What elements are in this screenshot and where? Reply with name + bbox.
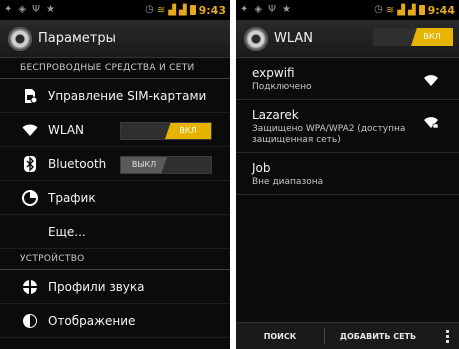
settings-item-label: Трафик	[48, 190, 96, 205]
settings-item-label: Управление SIM-картами	[48, 88, 207, 103]
usb-icon: Ψ	[268, 4, 276, 15]
wifi-signal-icon	[423, 72, 439, 91]
sim-icon	[22, 88, 38, 104]
toggle-knob: ВКЛ	[411, 28, 453, 46]
android-icon: ◈	[18, 4, 27, 15]
notification-icon: ✦	[240, 4, 249, 15]
overflow-menu-icon[interactable]	[435, 329, 459, 343]
settings-item-label: Еще...	[48, 224, 86, 239]
search-button[interactable]: ПОИСК	[236, 323, 324, 349]
wifi-status-icon: ≋	[156, 4, 166, 16]
settings-item-sound[interactable]: Профили звука	[0, 270, 230, 304]
bluetooth-toggle[interactable]: ВЫКЛ	[120, 156, 212, 174]
status-bar: ✦ ◈ Ψ ★ ◷ ≋ ▟ ▟ 9:44	[236, 0, 459, 20]
toggle-knob: ВЫКЛ	[121, 157, 167, 173]
signal-icon: ▟	[407, 4, 416, 16]
page-title: Параметры	[38, 31, 116, 46]
wifi-locked-signal-icon	[423, 114, 439, 133]
signal-icon: ▟	[168, 4, 176, 16]
wlan-master-toggle[interactable]: ВКЛ	[373, 28, 453, 46]
signal-icon: ▟	[397, 4, 405, 16]
display-icon	[22, 313, 38, 329]
settings-item-label: Профили звука	[48, 279, 145, 294]
alarm-icon: ◷	[145, 4, 154, 15]
clock: 9:43	[198, 3, 226, 17]
network-item-expwifi[interactable]: expwifi Подключено	[236, 58, 459, 100]
action-bar: Параметры	[0, 20, 230, 58]
add-network-button[interactable]: ДОБАВИТЬ СЕТЬ	[325, 323, 431, 349]
sound-icon	[22, 279, 38, 295]
usb-icon: Ψ	[32, 4, 40, 15]
section-header-wireless: БЕСПРОВОДНЫЕ СРЕДСТВА И СЕТИ	[0, 58, 230, 79]
wlan-toggle[interactable]: ВКЛ	[120, 122, 212, 140]
android-icon: ◈	[254, 4, 263, 15]
toggle-knob: ВКЛ	[165, 123, 211, 139]
settings-screen: ✦ ◈ Ψ ★ ◷ ≋ ▟ ▟ 9:43 Параметры БЕСПРОВОД…	[0, 0, 230, 349]
network-item-job[interactable]: Job Вне диапазона	[236, 153, 459, 195]
network-status: Защищено WPA/WPA2 (доступна защищенная с…	[252, 124, 406, 145]
settings-item-label: Отображение	[48, 313, 136, 328]
battery-icon	[418, 5, 425, 15]
clock: 9:44	[427, 3, 455, 17]
settings-item-label: WLAN	[48, 122, 85, 137]
network-name: Job	[252, 161, 271, 175]
wifi-status-icon: ≋	[385, 4, 395, 16]
wlan-screen: ✦ ◈ Ψ ★ ◷ ≋ ▟ ▟ 9:44 WLAN ВКЛ expwifi По…	[236, 0, 459, 349]
star-icon: ★	[45, 4, 55, 15]
settings-item-traffic[interactable]: Трафик	[0, 181, 230, 215]
status-bar: ✦ ◈ Ψ ★ ◷ ≋ ▟ ▟ 9:43	[0, 0, 230, 20]
star-icon: ★	[281, 4, 291, 15]
settings-item-label: Bluetooth	[48, 156, 107, 171]
bluetooth-icon	[22, 155, 38, 172]
settings-item-bluetooth[interactable]: Bluetooth ВЫКЛ	[0, 147, 230, 181]
battery-icon	[189, 5, 196, 15]
gear-icon	[8, 26, 32, 51]
wifi-icon	[22, 122, 38, 138]
section-header-device: УСТРОЙСТВО	[0, 249, 230, 270]
page-title: WLAN	[274, 31, 314, 46]
signal-icon: ▟	[178, 4, 187, 16]
alarm-icon: ◷	[374, 4, 383, 15]
gear-icon	[244, 26, 268, 51]
settings-item-wlan[interactable]: WLAN ВКЛ	[0, 113, 230, 147]
bottom-action-bar: ПОИСК ДОБАВИТЬ СЕТЬ	[236, 322, 459, 349]
settings-item-more[interactable]: Еще...	[0, 215, 230, 249]
settings-item-sim[interactable]: Управление SIM-картами	[0, 79, 230, 113]
network-status: Вне диапазона	[252, 177, 324, 187]
settings-item-display[interactable]: Отображение	[0, 304, 230, 338]
notification-icon: ✦	[4, 4, 13, 15]
network-item-lazarek[interactable]: Lazarek Защищено WPA/WPA2 (доступна защи…	[236, 100, 459, 153]
traffic-icon	[22, 189, 38, 206]
